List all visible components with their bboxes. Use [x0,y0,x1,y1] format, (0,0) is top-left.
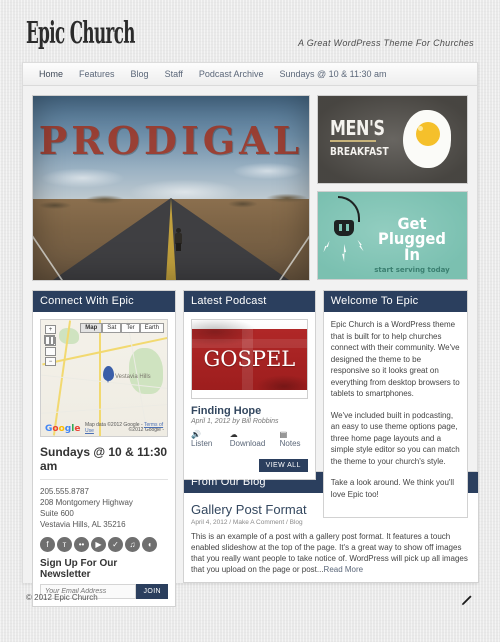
podcast-artwork[interactable]: GOSPEL [191,319,308,399]
contact-address: 205.555.8787 208 Montgomery Highway Suit… [40,486,168,530]
music-icon[interactable]: ♫ [125,537,140,552]
banner-mens-line2: BREAKFAST [330,145,389,158]
map-type-controls[interactable]: Map Sat Ter Earth [80,323,164,333]
site-tagline: A Great WordPress Theme For Churches [297,38,474,48]
rss-icon[interactable]: ◖ [142,537,157,552]
podcast-download-label: Download [229,439,266,448]
podcast-download-link[interactable]: ☁ Download [230,430,272,448]
nav-item-staff[interactable]: Staff [157,63,191,86]
map-pan-right[interactable] [49,336,54,345]
banner-mens-breakfast[interactable]: MEN'S BREAKFAST [317,95,468,184]
artwork-title: GOSPEL [203,347,296,371]
welcome-paragraph-1: Epic Church is a WordPress theme that is… [330,320,460,398]
podcast-listen-link[interactable]: 🔊 Listen [191,430,222,448]
social-links: f ᴛ •• ▶ ✓ ♫ ◖ [40,537,168,552]
map-zoom-out-button[interactable]: − [45,357,56,366]
welcome-paragraph-3: Take a look around. We think you'll love… [330,478,454,499]
podcast-episode-title[interactable]: Finding Hope [191,405,308,417]
banner-plug-text: Get Plugged In start serving today [365,216,459,275]
hero-slider[interactable]: PRODIGAL [32,95,311,281]
google-logo: Google [45,424,81,434]
address-line-1: 208 Montgomery Highway [40,498,133,507]
check-icon[interactable]: ✓ [108,537,123,552]
podcast-listen-label: Listen [191,439,213,448]
banner-get-plugged-in[interactable]: Get Plugged In start serving today [317,191,468,280]
google-map[interactable]: + − Map Sat Ter Earth Vestavia Hills Goo… [40,319,168,437]
map-type-ter[interactable]: Ter [121,323,140,333]
blog-read-more-link[interactable]: Read More [324,565,364,574]
plug-prong-icon [346,224,350,231]
slider-vignette [33,96,309,280]
site-logo[interactable]: Epic Church [26,16,135,51]
podcast-episode-meta: April 1, 2012 by Bill Robbins [191,418,279,425]
column-right: Welcome To Epic Epic Church is a WordPre… [322,290,468,525]
map-type-sat[interactable]: Sat [102,323,122,333]
banner-mens-text: MEN'S BREAKFAST [330,118,402,158]
widget-body-welcome: Epic Church is a WordPress theme that is… [324,312,467,517]
divider [40,479,168,480]
nav-item-features[interactable]: Features [71,63,123,86]
footer-copyright: © 2012 Epic Church [26,593,98,602]
hero-row: PRODIGAL MEN'S BREAKFAST Get Plugged In … [23,86,477,290]
map-type-map[interactable]: Map [80,323,103,333]
service-times: Sundays @ 10 & 11:30 am [40,445,168,473]
hero-banners: MEN'S BREAKFAST Get Plugged In start ser… [317,95,468,281]
podcast-view-all-button[interactable]: VIEW ALL [258,459,308,472]
nav-item-blog[interactable]: Blog [123,63,157,86]
address-line-2: Suite 600 [40,509,74,518]
cloud-download-icon: ☁ [229,430,238,439]
widget-connect-with-epic: Connect With Epic + − Map Sat Ter Earth … [32,290,176,607]
twitter-icon[interactable]: ᴛ [57,537,72,552]
podcast-notes-label: Notes [279,439,301,448]
column-middle: Latest Podcast GOSPEL Finding Hope April… [183,290,316,487]
map-place-label: Vestavia Hills [115,374,151,380]
newsletter-title: Sign Up For Our Newsletter [40,558,118,580]
speaker-icon: 🔊 [191,430,201,439]
site-header: Epic Church A Great WordPress Theme For … [0,0,500,62]
site-footer: © 2012 Epic Church [22,583,478,623]
blog-post-excerpt: This is an example of a post with a gall… [191,531,471,575]
youtube-icon[interactable]: ▶ [91,537,106,552]
egg-highlight-icon [418,126,423,131]
widget-body-connect: + − Map Sat Ter Earth Vestavia Hills Goo… [33,312,175,606]
nav-item-home[interactable]: Home [31,63,71,86]
page-container: Home Features Blog Staff Podcast Archive… [22,62,479,607]
map-pan-controls[interactable] [44,335,55,345]
widget-welcome: Welcome To Epic Epic Church is a WordPre… [322,290,468,518]
podcast-view-all-wrap: VIEW ALL [191,454,308,472]
map-zoom-in-button[interactable]: + [45,325,56,334]
document-icon: ▤ [279,430,288,439]
nav-item-podcast-archive[interactable]: Podcast Archive [191,63,272,86]
map-attribution: Map data ©2012 Google - Terms of Use [85,422,167,434]
widget-body-podcast: GOSPEL Finding Hope April 1, 2012 by Bil… [184,312,315,479]
artwork-bottom-band [192,390,307,398]
column-left: Connect With Epic + − Map Sat Ter Earth … [32,290,176,614]
map-marker-icon[interactable] [103,366,114,383]
nav-item-service-times[interactable]: Sundays @ 10 & 11:30 am [271,63,394,86]
plug-icon [334,220,355,236]
map-type-earth[interactable]: Earth [139,323,164,333]
banner-mens-line1: MEN'S [330,116,385,140]
flickr-icon[interactable]: •• [74,537,89,552]
welcome-paragraph-2: We've included built in podcasting, an e… [330,410,460,466]
map-road [99,320,101,436]
phone-number: 205.555.8787 [40,487,89,496]
main-navigation: Home Features Blog Staff Podcast Archive… [23,63,477,86]
plug-prong-icon [339,224,343,231]
widget-title-connect: Connect With Epic [33,291,175,312]
address-line-3: Vestavia Hills, AL 35216 [40,520,126,529]
banner-plug-line2: Plugged In [378,229,446,264]
podcast-action-links: 🔊 Listen ☁ Download ▤ Notes [191,430,308,448]
widget-title-welcome: Welcome To Epic [323,291,467,312]
podcast-notes-link[interactable]: ▤ Notes [280,430,308,448]
map-zoom-controls[interactable]: + − [44,325,58,367]
map-slider-handle[interactable] [45,347,56,356]
banner-plug-line3: start serving today [374,266,450,274]
widget-latest-podcast: Latest Podcast GOSPEL Finding Hope April… [183,290,316,480]
widget-title-podcast: Latest Podcast [184,291,315,312]
pencil-icon[interactable] [460,593,474,607]
banner-mens-rule [330,140,377,142]
facebook-icon[interactable]: f [40,537,55,552]
